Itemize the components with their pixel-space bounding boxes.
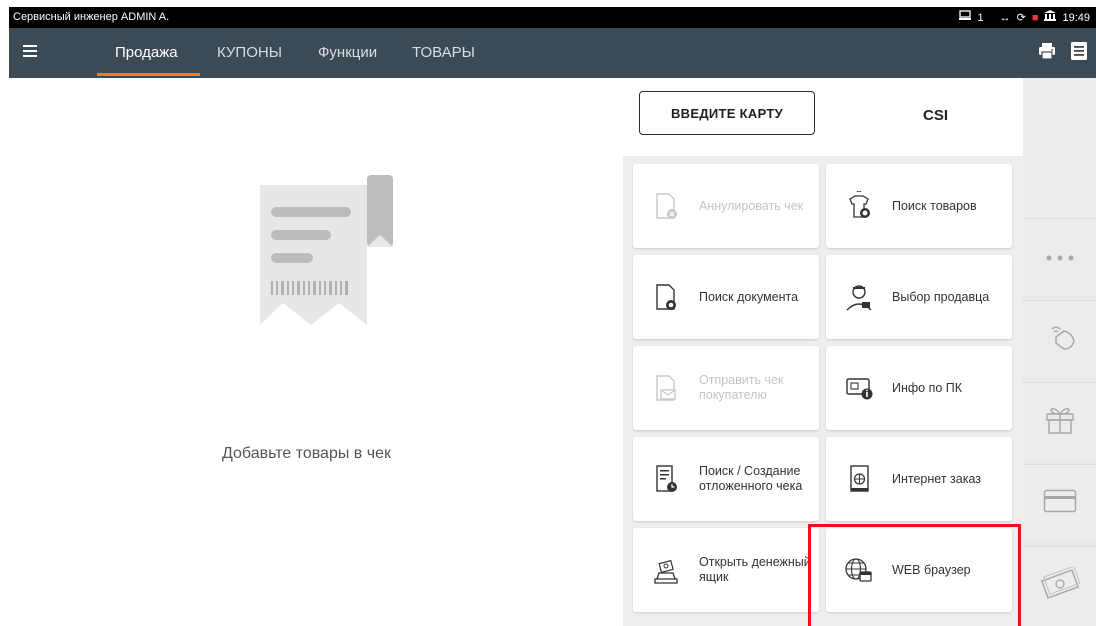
register-icon — [959, 10, 972, 25]
hamburger-menu-icon[interactable] — [23, 42, 43, 62]
tab-sale[interactable]: Продажа — [115, 44, 178, 61]
tab-goods[interactable]: ТОВАРЫ — [412, 44, 475, 61]
cancel-receipt-button[interactable]: Аннулировать чек — [633, 164, 819, 248]
tab-functions[interactable]: Функции — [318, 44, 377, 61]
printer-icon[interactable] — [1038, 42, 1056, 60]
receipt-pane: Добавьте товары в чек — [9, 78, 623, 626]
empty-receipt-text: Добавьте товары в чек — [222, 445, 391, 462]
card-info-icon — [842, 373, 878, 403]
seller-icon — [842, 282, 878, 312]
cancel-receipt-icon — [649, 191, 685, 221]
status-bar: Сервисный инженер ADMIN A. 1 ↔ ⟳ ■ 19:49 — [9, 7, 1096, 28]
status-time: 19:49 — [1062, 11, 1090, 24]
cash-drawer-icon — [649, 555, 685, 585]
more-button[interactable] — [1023, 218, 1096, 296]
gift-icon — [1044, 404, 1076, 439]
empty-receipt-icon — [255, 175, 395, 350]
cash-payment-button[interactable] — [1023, 546, 1096, 626]
receipt-list-icon[interactable] — [1071, 42, 1087, 60]
sync-icon: ⟳ — [1016, 11, 1026, 24]
card-payment-button[interactable] — [1023, 464, 1096, 542]
tab-coupons[interactable]: КУПОНЫ — [217, 44, 282, 61]
app-bar: Продажа КУПОНЫ Функции ТОВАРЫ — [9, 28, 1096, 78]
select-seller-button[interactable]: Выбор продавца — [826, 255, 1012, 339]
deferred-receipt-button[interactable]: Поиск / Создание отложенного чека — [633, 437, 819, 521]
search-document-button[interactable]: Поиск документа — [633, 255, 819, 339]
internet-order-icon — [842, 464, 878, 494]
csi-label[interactable]: CSI — [923, 107, 948, 124]
deferred-receipt-icon — [649, 464, 685, 494]
printer-status-icon: ■ — [1031, 11, 1039, 24]
enter-card-button[interactable]: ВВЕДИТЕ КАРТУ — [639, 91, 815, 135]
send-receipt-icon — [649, 373, 685, 403]
network-icon: ↔ — [999, 11, 1011, 24]
internet-order-button[interactable]: Интернет заказ — [826, 437, 1012, 521]
highlight-box — [808, 524, 1021, 626]
active-tab-indicator — [97, 73, 200, 76]
gift-button[interactable] — [1023, 382, 1096, 460]
side-strip — [1023, 78, 1096, 626]
card-info-button[interactable]: Инфо по ПК — [826, 346, 1012, 430]
cash-icon — [1040, 565, 1081, 606]
register-number: 1 — [977, 11, 984, 24]
search-document-icon — [649, 282, 685, 312]
search-goods-button[interactable]: Поиск товаров — [826, 164, 1012, 248]
send-receipt-button[interactable]: Отправить чек покупателю — [633, 346, 819, 430]
more-icon — [1045, 249, 1075, 267]
status-user: Сервисный инженер ADMIN A. — [13, 11, 170, 23]
card-icon — [1043, 489, 1077, 518]
contactless-icon — [1042, 321, 1078, 358]
search-goods-icon — [842, 190, 878, 221]
open-cash-drawer-button[interactable]: Открыть денежный ящик — [633, 528, 819, 612]
contactless-button[interactable] — [1023, 300, 1096, 378]
bank-icon — [1044, 10, 1057, 25]
